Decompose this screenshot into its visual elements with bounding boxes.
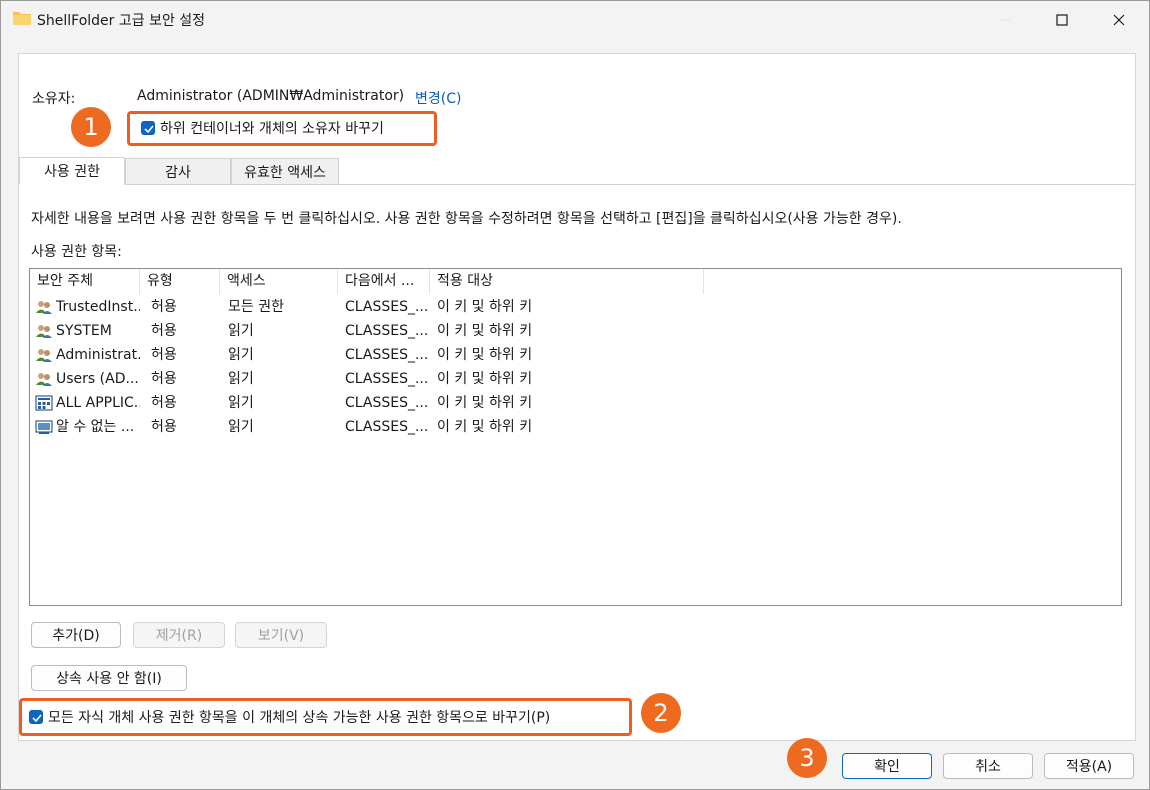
close-button[interactable] [1091,1,1147,39]
users-icon [35,323,53,339]
annotation-badge-3: 3 [787,738,827,778]
change-owner-link[interactable]: 변경(C) [415,88,461,108]
table-row[interactable]: Users (AD... 허용 읽기 CLASSES_... 이 키 및 하위 키 [30,367,1121,391]
maximize-button[interactable] [1034,1,1090,39]
checkmark-icon [144,125,154,134]
replace-child-permissions-label[interactable]: 모든 자식 개체 사용 권한 항목을 이 개체의 상속 가능한 사용 권한 항목… [48,707,550,727]
cell-type: 허용 [151,347,177,363]
cell-type: 허용 [151,323,177,339]
window-title: ShellFolder 고급 보안 설정 [37,13,206,29]
cell-type: 허용 [151,299,177,315]
title-bar: ShellFolder 고급 보안 설정 [1,1,1149,39]
close-icon [1113,14,1125,26]
cell-inherited-from: CLASSES_... [345,299,429,315]
cell-applies-to: 이 키 및 하위 키 [437,347,533,363]
cell-type: 허용 [151,419,177,435]
permission-list-label: 사용 권한 항목: [31,244,122,260]
folder-icon [12,10,32,26]
table-row[interactable]: ALL APPLIC... 허용 읽기 CLASSES_... 이 키 및 하위 키 [30,391,1121,415]
column-header-type[interactable]: 유형 [140,269,220,294]
cell-applies-to: 이 키 및 하위 키 [437,419,533,435]
ok-button[interactable]: 확인 [842,753,932,779]
add-button[interactable]: 추가(D) [31,622,121,648]
cell-type: 허용 [151,395,177,411]
cell-access: 읽기 [228,347,254,363]
permission-entries-list[interactable]: 보안 주체 유형 액세스 다음에서 ... 적용 대상 TrustedInst.… [29,268,1122,606]
main-panel: 소유자: Administrator (ADMIN₩Administrator)… [18,53,1136,741]
cell-access: 읽기 [228,371,254,387]
tab-effective-access[interactable]: 유효한 액세스 [231,158,339,185]
cell-access: 읽기 [228,419,254,435]
table-row[interactable]: 알 수 없는 ... 허용 읽기 CLASSES_... 이 키 및 하위 키 [30,415,1121,439]
tab-permissions[interactable]: 사용 권한 [19,157,125,185]
advanced-security-settings-window: ShellFolder 고급 보안 설정 소유자: Administrator … [0,0,1150,790]
users-icon [35,371,53,387]
list-header: 보안 주체 유형 액세스 다음에서 ... 적용 대상 [30,269,1121,294]
table-row[interactable]: Administrat... 허용 읽기 CLASSES_... 이 키 및 하위 키 [30,343,1121,367]
cell-applies-to: 이 키 및 하위 키 [437,323,533,339]
cell-inherited-from: CLASSES_... [345,419,429,435]
tab-auditing[interactable]: 감사 [125,158,231,185]
cell-principal: Users (AD... [56,371,139,387]
annotation-badge-1: 1 [71,107,111,147]
cell-principal: TrustedInst... [56,299,140,315]
cell-principal: 알 수 없는 ... [56,419,135,435]
unknown-account-icon [35,419,53,435]
cell-applies-to: 이 키 및 하위 키 [437,299,533,315]
column-header-access[interactable]: 액세스 [220,269,338,294]
owner-label: 소유자: [32,91,76,107]
cell-applies-to: 이 키 및 하위 키 [437,371,533,387]
column-header-applies-to[interactable]: 적용 대상 [430,269,704,294]
owner-value: Administrator (ADMIN₩Administrator) [137,88,405,104]
cell-type: 허용 [151,371,177,387]
users-icon [35,299,53,315]
view-button[interactable]: 보기(V) [235,622,327,648]
cell-inherited-from: CLASSES_... [345,323,429,339]
cell-principal: ALL APPLIC... [56,395,140,411]
column-header-inherited-from[interactable]: 다음에서 ... [338,269,430,294]
permission-description: 자세한 내용을 보려면 사용 권한 항목을 두 번 클릭하십시오. 사용 권한 … [31,211,902,227]
cell-inherited-from: CLASSES_... [345,347,429,363]
replace-child-permissions-checkbox[interactable] [29,710,43,724]
disable-inheritance-button[interactable]: 상속 사용 안 함(I) [31,665,187,691]
column-header-principal[interactable]: 보안 주체 [30,269,140,294]
users-icon [35,347,53,363]
table-row[interactable]: SYSTEM 허용 읽기 CLASSES_... 이 키 및 하위 키 [30,319,1121,343]
annotation-badge-2: 2 [641,693,681,733]
cell-applies-to: 이 키 및 하위 키 [437,395,533,411]
replace-owner-checkbox[interactable] [141,121,155,135]
cancel-button[interactable]: 취소 [943,753,1033,779]
cell-access: 읽기 [228,323,254,339]
replace-owner-label[interactable]: 하위 컨테이너와 개체의 소유자 바꾸기 [160,118,384,138]
cell-principal: Administrat... [56,347,140,363]
cell-access: 읽기 [228,395,254,411]
cell-access: 모든 권한 [228,299,284,315]
remove-button[interactable]: 제거(R) [133,622,225,648]
app-package-icon [35,395,53,411]
apply-button[interactable]: 적용(A) [1044,753,1134,779]
cell-inherited-from: CLASSES_... [345,395,429,411]
table-row[interactable]: TrustedInst... 허용 모든 권한 CLASSES_... 이 키 및 하위… [30,295,1121,319]
cell-principal: SYSTEM [56,323,112,339]
cell-inherited-from: CLASSES_... [345,371,429,387]
checkmark-icon [32,714,42,723]
minimize-button[interactable] [977,1,1033,39]
